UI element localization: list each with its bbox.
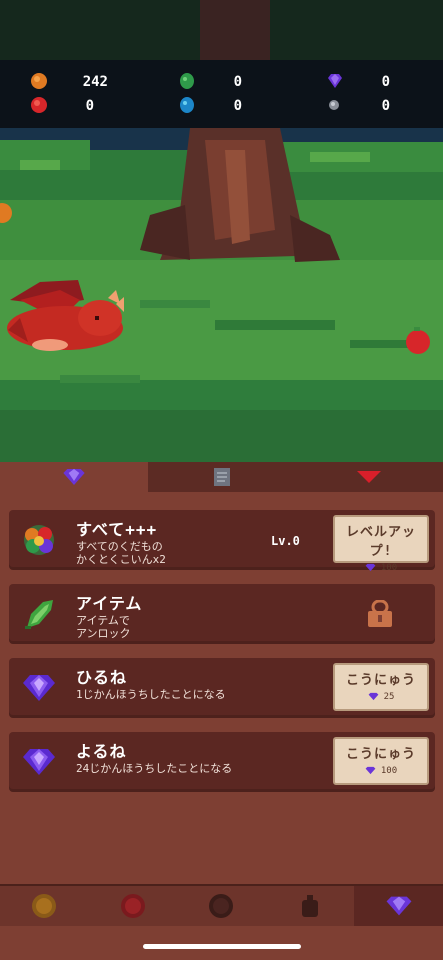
cost: 25 — [335, 691, 427, 702]
resource-orange: 242 — [30, 72, 108, 92]
buy-button[interactable]: こうにゅう 100 — [333, 737, 429, 785]
red-coin-icon — [120, 894, 145, 918]
resource-gray-stone: 0 — [326, 96, 390, 116]
gray-stone-icon — [329, 100, 339, 110]
gold-coin-icon — [32, 894, 57, 918]
shop-item-item: アイテム アイテムで アンロック — [9, 584, 435, 644]
resource-value: 0 — [85, 98, 94, 114]
page-icon — [213, 468, 230, 486]
nav-red[interactable] — [89, 886, 178, 926]
resource-blue-egg: 0 — [178, 96, 242, 116]
buy-button[interactable]: こうにゅう 25 — [333, 663, 429, 711]
cost: 100 — [335, 562, 427, 573]
red-fruit-icon — [31, 97, 47, 113]
green-egg-icon — [180, 73, 194, 89]
button-label: こうにゅう — [345, 673, 416, 688]
gem-icon — [63, 469, 85, 485]
resource-value: 0 — [233, 74, 242, 90]
gem-icon — [368, 692, 378, 701]
triangle-down-icon — [357, 471, 382, 483]
nav-dark[interactable] — [177, 886, 266, 926]
shop-item-night-sleep: よるね 24じかんほうちしたことになる こうにゅう 100 — [9, 732, 435, 792]
level-up-button[interactable]: レベルアップ! 100 — [333, 515, 429, 573]
gem-icon — [23, 675, 55, 701]
bottle-icon — [302, 895, 319, 917]
leaf-icon — [25, 600, 53, 629]
gem-icon — [365, 563, 376, 572]
resource-value: 0 — [233, 98, 242, 114]
resource-hud: 242 0 0 0 0 0 — [0, 60, 443, 128]
nav-gold[interactable] — [0, 886, 89, 926]
purple-gem-icon — [328, 74, 342, 88]
lock-icon — [368, 600, 392, 627]
resource-value: 242 — [82, 74, 108, 90]
item-level: Lv.0 — [271, 534, 300, 548]
item-title: よるね — [76, 742, 127, 761]
gem-icon — [23, 749, 55, 775]
orange-fruit-icon — [31, 73, 47, 89]
panel-tabs — [0, 462, 443, 492]
dark-coin-icon — [209, 894, 234, 918]
item-description: 24じかんほうちしたことになる — [76, 762, 233, 775]
gem-icon — [365, 766, 376, 775]
resource-green-egg: 0 — [178, 72, 242, 92]
gem-icon — [386, 896, 412, 916]
mixed-fruits-icon — [24, 525, 54, 555]
tab-page[interactable] — [147, 462, 296, 492]
resource-red: 0 — [30, 96, 94, 116]
tab-gem[interactable] — [0, 462, 148, 492]
item-description: すべてのくだもの かくとくこいんx2 — [76, 540, 166, 566]
button-label: レベルアップ! — [345, 525, 416, 559]
resource-value: 0 — [381, 98, 390, 114]
cost-value: 25 — [383, 691, 395, 702]
item-description: 1じかんほうちしたことになる — [76, 688, 226, 701]
nav-bottle[interactable] — [266, 886, 355, 926]
item-title: すべて+++ — [76, 520, 158, 539]
blue-egg-icon — [180, 97, 194, 113]
shop-item-all: すべて+++ すべてのくだもの かくとくこいんx2 Lv.0 レベルアップ! 1… — [9, 510, 435, 573]
home-indicator — [143, 944, 301, 949]
cost: 100 — [335, 765, 427, 776]
item-description: アイテムで アンロック — [76, 614, 131, 640]
item-title: ひるね — [76, 668, 128, 687]
tab-collapse[interactable] — [295, 462, 443, 492]
resource-value: 0 — [381, 74, 390, 90]
shop-item-nap: ひるね 1じかんほうちしたことになる こうにゅう 25 — [9, 658, 435, 718]
bottom-nav — [0, 884, 443, 926]
cost-value: 100 — [380, 765, 398, 776]
nav-gem[interactable] — [354, 886, 443, 926]
game-scene[interactable]: 242 0 0 0 0 0 — [0, 0, 443, 462]
cost-value: 100 — [380, 562, 398, 573]
item-title: アイテム — [76, 594, 143, 613]
button-label: こうにゅう — [345, 747, 416, 762]
resource-purple-gem: 0 — [326, 72, 390, 92]
